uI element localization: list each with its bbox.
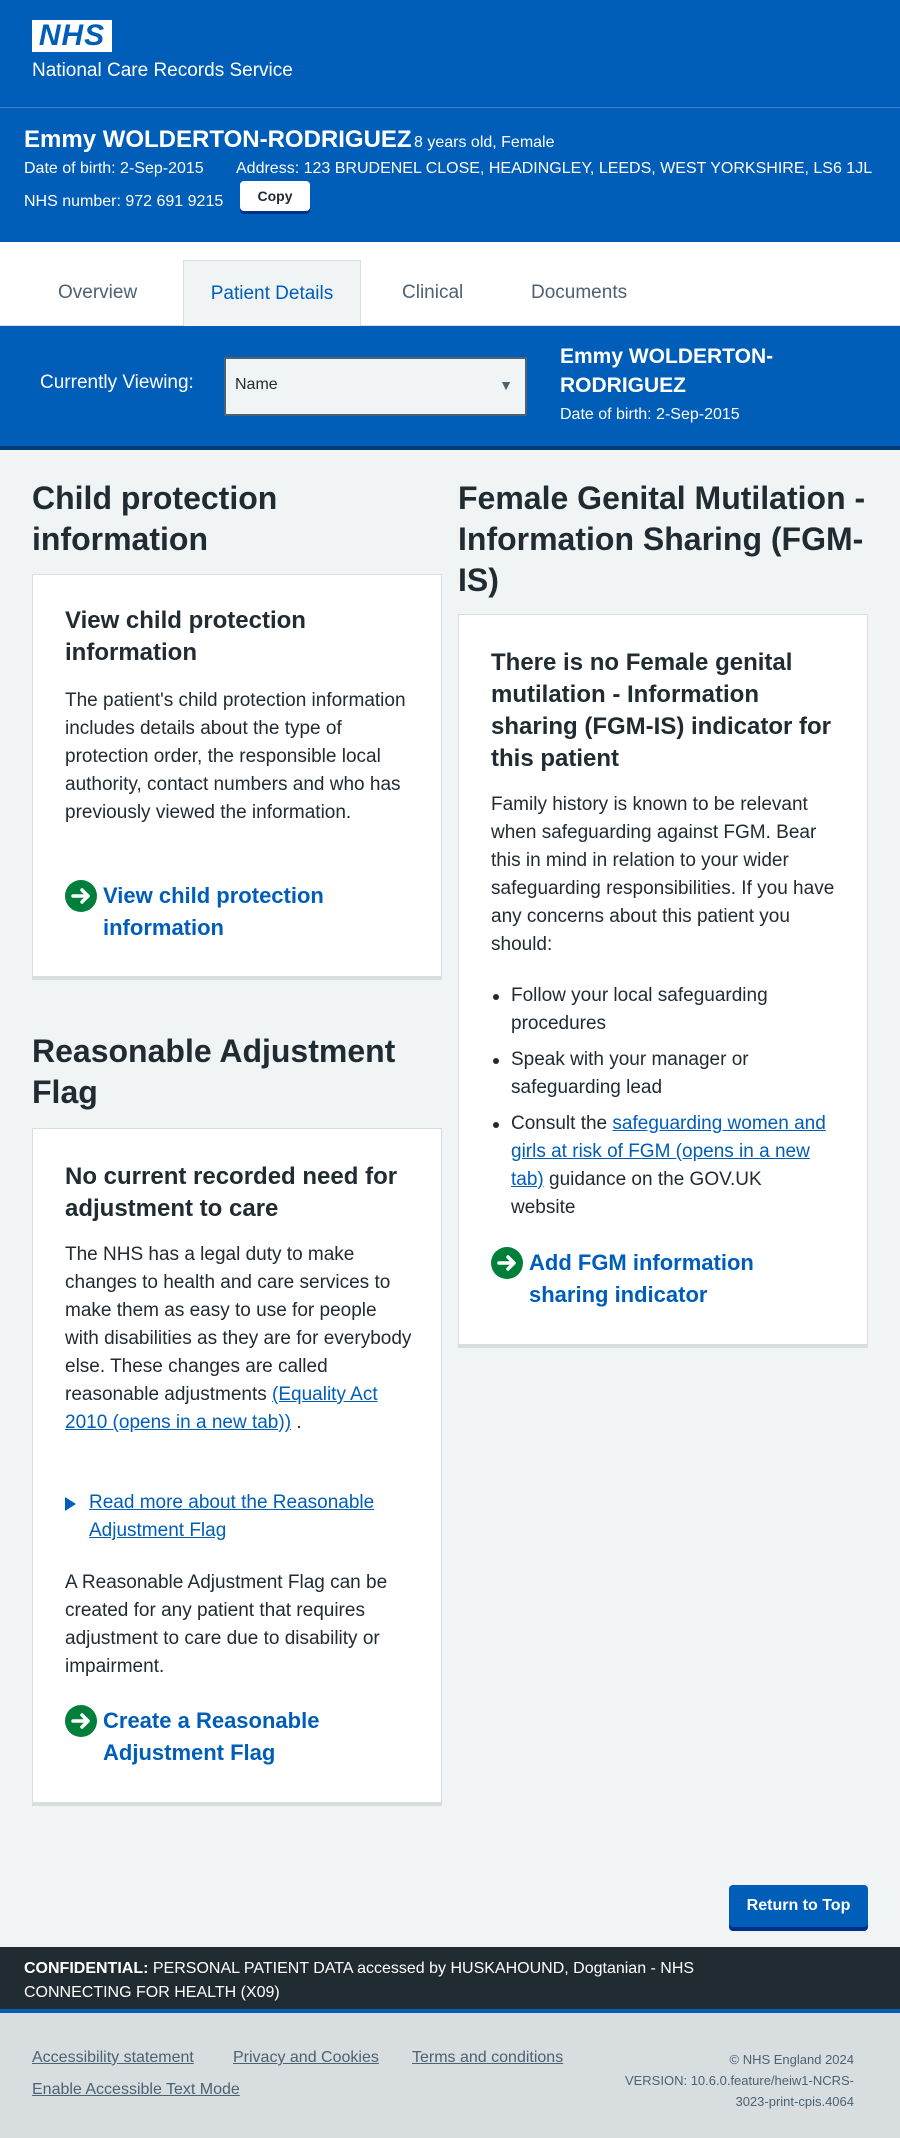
triangle-right-icon — [65, 1497, 76, 1511]
currently-viewing-select[interactable]: Name ▼ — [224, 357, 527, 416]
fgm-heading: Female Genital Mutilation - Information … — [458, 480, 866, 598]
tab-clinical[interactable]: Clinical — [402, 260, 463, 326]
patient-dob: Date of birth: 2-Sep-2015 — [24, 160, 204, 177]
fgm-card-title: There is no Female genital mutilation - … — [491, 649, 831, 772]
patient-nhs-number: NHS number: 972 691 9215 — [24, 193, 224, 210]
child-protection-heading: Child protection information — [32, 480, 278, 557]
nhs-logo[interactable]: NHS — [32, 20, 112, 52]
reasonable-adjustment-body: The NHS has a legal duty to make changes… — [65, 1244, 412, 1433]
create-reasonable-adjustment-link[interactable]: Create a Reasonable Adjustment Flag — [65, 1705, 405, 1769]
fgm-body: Family history is known to be relevant w… — [491, 794, 835, 955]
add-fgm-indicator-label: Add FGM information sharing indicator — [529, 1250, 754, 1307]
patient-age-gender: 8 years old, Female — [414, 134, 555, 151]
patient-name: Emmy WOLDERTON-RODRIGUEZ — [24, 126, 412, 153]
view-child-protection-label: View child protection information — [103, 883, 324, 940]
create-reasonable-adjustment-label: Create a Reasonable Adjustment Flag — [103, 1708, 320, 1765]
return-to-top-button[interactable]: Return to Top — [729, 1885, 868, 1927]
child-protection-card-title: View child protection information — [65, 607, 306, 666]
footer-link-accessibility[interactable]: Accessibility statement — [32, 2049, 194, 2067]
reasonable-adjustment-body2: A Reasonable Adjustment Flag can be crea… — [65, 1572, 388, 1677]
reasonable-adjustment-card: No current recorded need for adjustment … — [32, 1128, 442, 1806]
view-child-protection-link[interactable]: View child protection information — [65, 880, 405, 944]
select-value: Name — [235, 376, 278, 393]
copy-nhs-number-button[interactable]: Copy — [240, 181, 310, 211]
add-fgm-indicator-link[interactable]: Add FGM information sharing indicator — [491, 1247, 831, 1311]
viewing-patient-dob: Date of birth: 2-Sep-2015 — [560, 406, 740, 423]
footer-link-terms[interactable]: Terms and conditions — [412, 2049, 563, 2067]
reasonable-adjustment-heading: Reasonable Adjustment Flag — [32, 1033, 396, 1110]
site-footer: Accessibility statement Privacy and Cook… — [0, 2013, 900, 2138]
tab-bar: Overview Patient Details Clinical Docume… — [0, 242, 900, 326]
arrow-right-circle-icon — [65, 880, 97, 912]
tab-documents[interactable]: Documents — [531, 260, 627, 326]
child-protection-body: The patient's child protection informati… — [65, 690, 406, 823]
patient-address: Address: 123 BRUDENEL CLOSE, HEADINGLEY,… — [236, 160, 873, 177]
tab-patient-details[interactable]: Patient Details — [183, 260, 361, 326]
currently-viewing-label: Currently Viewing: — [40, 372, 194, 393]
child-protection-card: View child protection information The pa… — [32, 574, 442, 980]
site-header: NHS National Care Records Service — [0, 0, 900, 108]
footer-link-privacy[interactable]: Privacy and Cookies — [233, 2049, 379, 2067]
currently-viewing-bar: Currently Viewing: Name ▼ Emmy WOLDERTON… — [0, 326, 900, 450]
viewing-patient-name: Emmy WOLDERTON- RODRIGUEZ — [560, 345, 774, 397]
copyright: © NHS England 2024 — [729, 2052, 855, 2067]
list-item: Consult the safeguarding women and girls… — [491, 1110, 831, 1222]
service-name: National Care Records Service — [32, 60, 293, 81]
list-item: Speak with your manager or safeguarding … — [491, 1046, 831, 1102]
fgm-actions-list: Follow your local safeguarding procedure… — [491, 982, 831, 1230]
confidential-banner: CONFIDENTIAL: PERSONAL PATIENT DATA acce… — [0, 1947, 900, 2013]
confidential-label: CONFIDENTIAL: — [24, 1960, 149, 1977]
fgm-card: There is no Female genital mutilation - … — [458, 614, 868, 1348]
patient-banner: Emmy WOLDERTON-RODRIGUEZ 8 years old, Fe… — [0, 108, 900, 242]
reasonable-adjustment-details[interactable]: Read more about the Reasonable Adjustmen… — [65, 1489, 415, 1547]
list-item: Follow your local safeguarding procedure… — [491, 982, 831, 1038]
reasonable-adjustment-card-title: No current recorded need for adjustment … — [65, 1163, 398, 1222]
tab-overview[interactable]: Overview — [58, 260, 137, 326]
details-summary-label: Read more about the Reasonable Adjustmen… — [89, 1492, 375, 1541]
footer-meta: © NHS England 2024 VERSION: 10.6.0.featu… — [614, 2049, 854, 2112]
chevron-down-icon: ▼ — [499, 377, 513, 393]
arrow-right-circle-icon — [65, 1705, 97, 1737]
footer-link-accessible-text-mode[interactable]: Enable Accessible Text Mode — [32, 2081, 240, 2099]
arrow-right-circle-icon — [491, 1247, 523, 1279]
version: VERSION: 10.6.0.feature/heiw1-NCRS-3023-… — [624, 2073, 854, 2109]
